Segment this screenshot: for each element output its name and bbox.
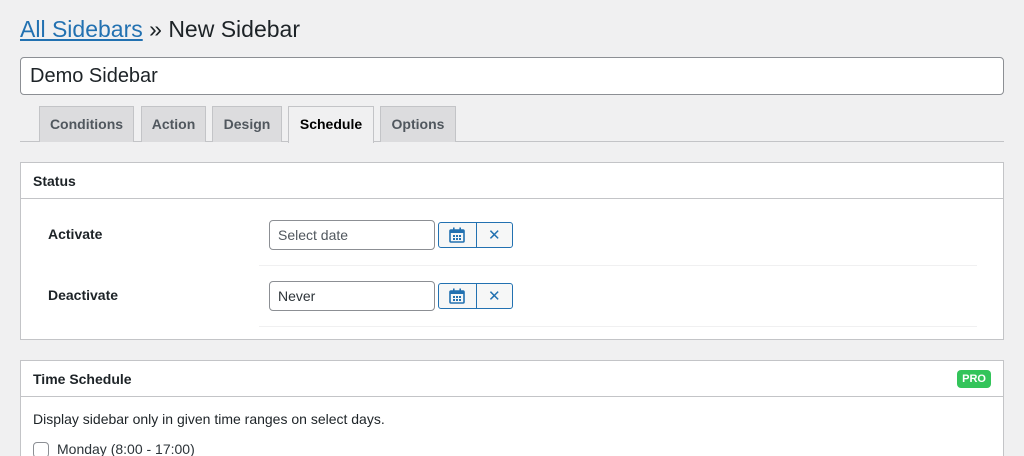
status-panel-title: Status bbox=[21, 163, 1003, 199]
deactivate-button-group: ✕ bbox=[438, 283, 513, 309]
deactivate-calendar-button[interactable] bbox=[439, 284, 476, 308]
sidebar-title-input[interactable]: Demo Sidebar bbox=[20, 57, 1004, 95]
calendar-icon bbox=[449, 288, 466, 304]
row-divider bbox=[259, 326, 977, 327]
page-heading: All Sidebars » New Sidebar bbox=[20, 14, 300, 44]
monday-checkbox-label[interactable]: Monday (8:00 - 17:00) bbox=[57, 441, 195, 456]
activate-button-group: ✕ bbox=[438, 222, 513, 248]
page-title: New Sidebar bbox=[168, 16, 300, 42]
calendar-icon bbox=[449, 227, 466, 243]
activate-calendar-button[interactable] bbox=[439, 223, 476, 247]
tab-schedule[interactable]: Schedule bbox=[288, 106, 374, 143]
deactivate-date-input[interactable]: Never bbox=[269, 281, 435, 311]
status-panel: Status Activate Select date ✕ Deactivate… bbox=[20, 162, 1004, 340]
time-schedule-description: Display sidebar only in given time range… bbox=[33, 411, 385, 427]
pro-badge: PRO bbox=[957, 370, 991, 388]
all-sidebars-link[interactable]: All Sidebars bbox=[20, 16, 143, 42]
activate-clear-button[interactable]: ✕ bbox=[475, 223, 513, 247]
close-icon: ✕ bbox=[487, 287, 501, 305]
tab-action[interactable]: Action bbox=[141, 106, 206, 142]
monday-checkbox[interactable] bbox=[33, 442, 49, 456]
activate-date-input[interactable]: Select date bbox=[269, 220, 435, 250]
deactivate-label: Deactivate bbox=[48, 287, 119, 303]
tab-bar: Conditions Action Design Schedule Option… bbox=[20, 106, 1004, 143]
time-schedule-title: Time Schedule bbox=[33, 371, 132, 387]
time-schedule-panel: Time Schedule PRO Display sidebar only i… bbox=[20, 360, 1004, 456]
breadcrumb-separator: » bbox=[149, 16, 162, 42]
tab-conditions[interactable]: Conditions bbox=[39, 106, 134, 142]
tab-options[interactable]: Options bbox=[380, 106, 456, 142]
activate-label: Activate bbox=[48, 226, 103, 242]
close-icon: ✕ bbox=[487, 226, 501, 244]
deactivate-clear-button[interactable]: ✕ bbox=[475, 284, 513, 308]
time-schedule-header: Time Schedule PRO bbox=[21, 361, 1003, 397]
tab-design[interactable]: Design bbox=[212, 106, 282, 142]
row-divider bbox=[259, 265, 977, 266]
